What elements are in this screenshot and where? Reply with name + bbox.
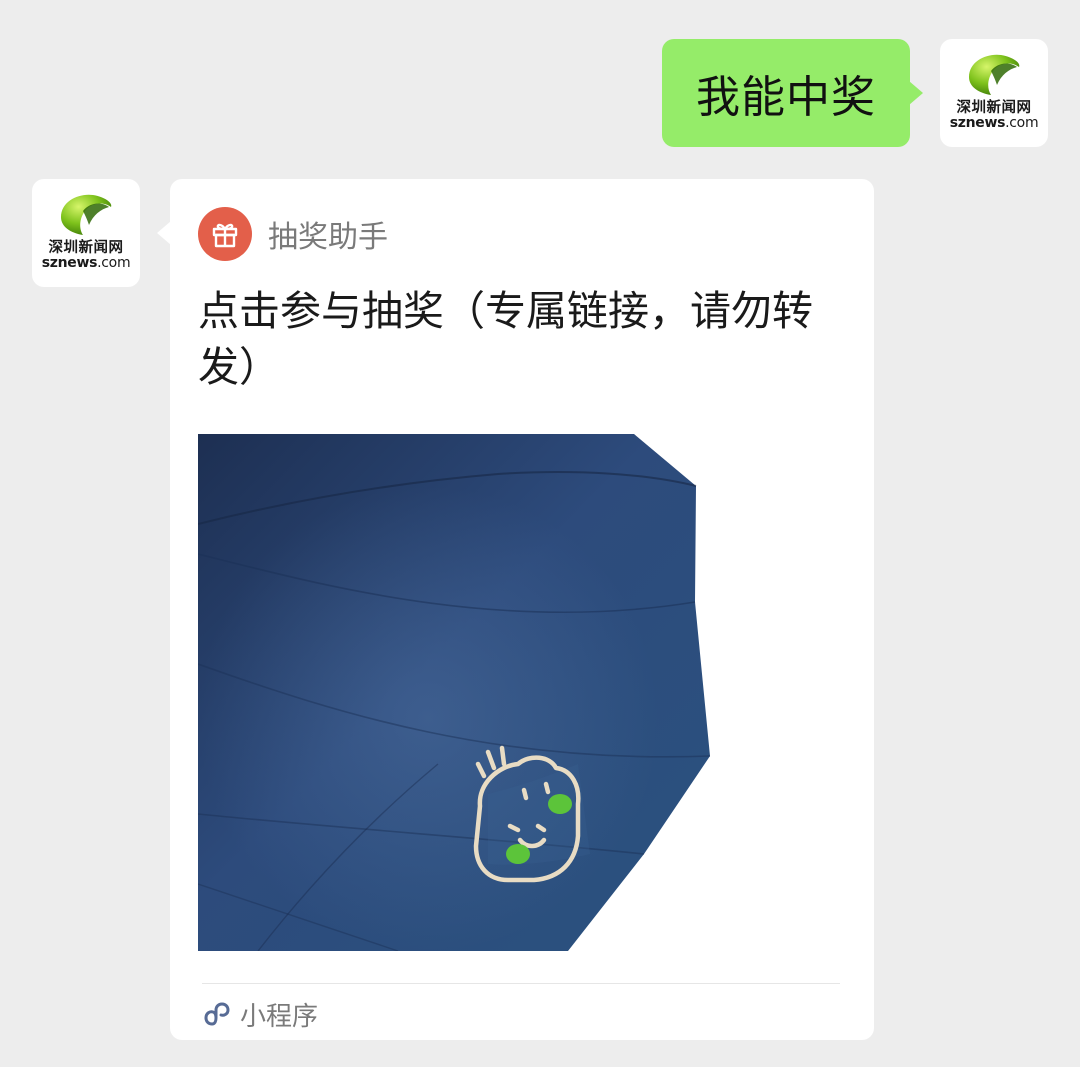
card-divider (202, 983, 840, 984)
mini-program-label: 小程序 (240, 1001, 319, 1032)
avatar-name-cn: 深圳新闻网 (48, 240, 124, 256)
card-title: 点击参与抽奖（专属链接，请勿转发） (198, 287, 813, 391)
sender-avatar[interactable]: 深圳新闻网 sznews.com (32, 179, 140, 287)
card-header: 抽奖助手 (198, 207, 388, 261)
avatar-name-en-prefix: sznews (949, 115, 1006, 131)
chat-window: 我能中奖 深圳新闻网 sznews.com 深圳新闻网 sznews.com 抽… (0, 0, 1080, 1067)
card-source-name: 抽奖助手 (268, 220, 388, 255)
mini-program-icon (202, 999, 232, 1029)
gift-icon (198, 207, 252, 261)
mini-program-card[interactable]: 抽奖助手 点击参与抽奖（专属链接，请勿转发） 小程序 (157, 179, 874, 1040)
card-footer: 小程序 (202, 994, 318, 1034)
sznews-logo-icon (969, 54, 1020, 95)
avatar-name-en-suffix: .com (1005, 115, 1039, 131)
avatar-name-en: sznews.com (950, 116, 1039, 131)
my-avatar[interactable]: 深圳新闻网 sznews.com (940, 39, 1048, 147)
avatar-name-cn: 深圳新闻网 (956, 100, 1032, 116)
avatar-name-en: sznews.com (42, 256, 131, 271)
outgoing-message-text: 我能中奖 (696, 72, 876, 123)
outgoing-message-bubble[interactable]: 我能中奖 (662, 39, 923, 147)
avatar-name-en-prefix: sznews (41, 255, 98, 271)
umbrella-photo (198, 434, 846, 951)
card-cover-image (198, 434, 846, 951)
sznews-logo-icon (61, 194, 112, 235)
avatar-name-en-suffix: .com (97, 255, 131, 271)
